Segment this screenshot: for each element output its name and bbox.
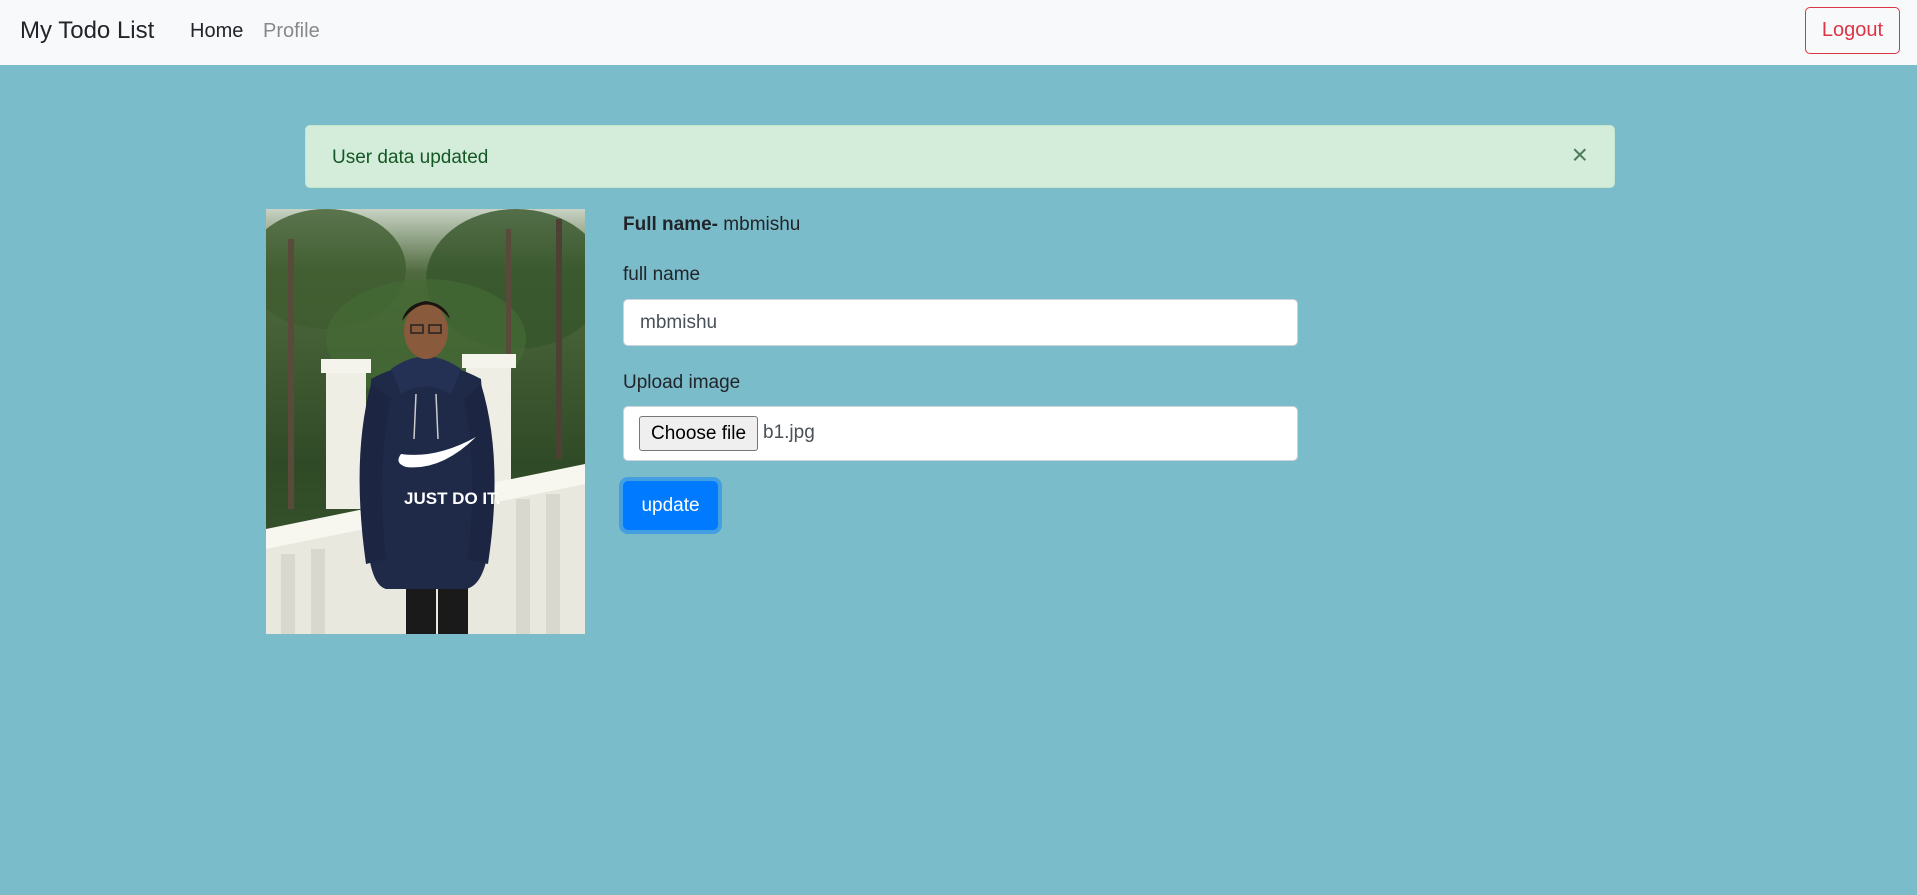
alert-message: User data updated <box>332 147 489 168</box>
profile-photo: JUST DO IT. <box>266 209 585 634</box>
full-name-value: mbmishu <box>723 214 801 235</box>
nav-link-profile[interactable]: Profile <box>263 20 320 43</box>
logout-button[interactable]: Logout <box>1805 7 1900 54</box>
navbar: My Todo List Home Profile Logout <box>0 0 1917 65</box>
success-alert: User data updated × <box>305 125 1615 188</box>
selected-file-name: b1.jpg <box>763 422 815 443</box>
update-button[interactable]: update <box>623 481 718 530</box>
upload-image-label: Upload image <box>623 372 741 393</box>
nav-link-home[interactable]: Home <box>190 20 243 43</box>
close-icon[interactable]: × <box>1572 141 1588 169</box>
full-name-label: full name <box>623 264 701 285</box>
full-name-heading: Full name- <box>623 214 719 235</box>
photo-shirt-text: JUST DO IT. <box>404 489 500 508</box>
file-upload-field[interactable]: Choose file b1.jpg <box>623 406 1298 461</box>
navbar-brand[interactable]: My Todo List <box>20 17 154 45</box>
full-name-input[interactable] <box>623 299 1298 346</box>
full-name-display: Full name- mbmishu <box>623 214 800 236</box>
choose-file-button[interactable]: Choose file <box>639 416 758 451</box>
